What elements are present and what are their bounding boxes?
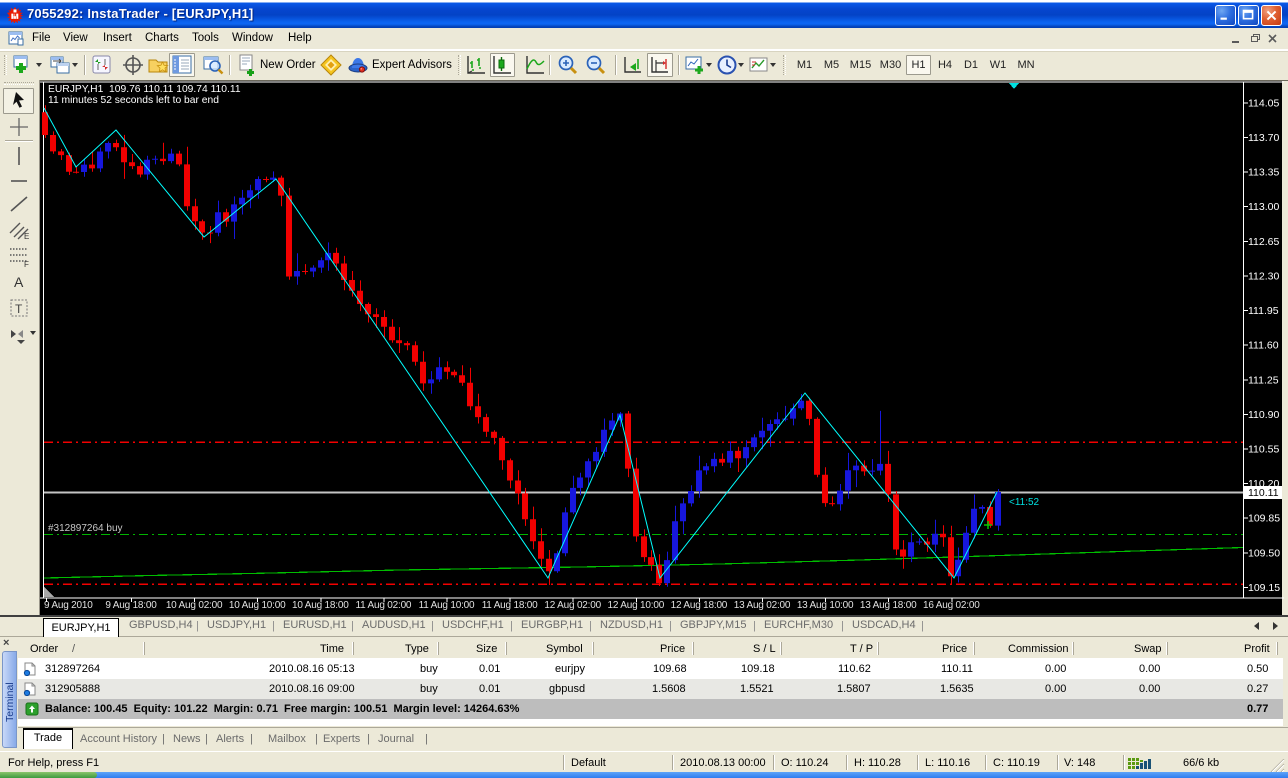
svg-text:110.55: 110.55 <box>1248 444 1279 456</box>
svg-text:T: T <box>15 302 23 316</box>
svg-text:110.90: 110.90 <box>1248 409 1279 421</box>
svg-text:111.25: 111.25 <box>1248 374 1279 386</box>
svg-text:113.00: 113.00 <box>1248 201 1279 213</box>
svg-text:EURJPY,H1 109.76 110.11 109.7: EURJPY,H1 109.76 110.11 109.74 110.11 <box>48 84 241 95</box>
svg-text:113.70: 113.70 <box>1248 132 1279 144</box>
svg-text:<11:52: <11:52 <box>1009 497 1040 508</box>
svg-text:112.30: 112.30 <box>1248 270 1279 282</box>
svg-text:109.85: 109.85 <box>1248 513 1280 525</box>
svg-text:11 minutes 52 seconds left to: 11 minutes 52 seconds left to bar end <box>48 95 219 106</box>
svg-text:111.95: 111.95 <box>1248 305 1279 317</box>
svg-text:#312897264 buy: #312897264 buy <box>48 523 123 534</box>
svg-text:111.60: 111.60 <box>1248 340 1279 352</box>
svg-text:113.35: 113.35 <box>1248 167 1279 179</box>
svg-text:109.15: 109.15 <box>1248 582 1280 594</box>
svg-text:9 Aug 2010: 9 Aug 2010 <box>44 600 93 611</box>
svg-text:110.11: 110.11 <box>1248 487 1279 499</box>
svg-text:114.05: 114.05 <box>1248 97 1279 109</box>
svg-text:109.50: 109.50 <box>1248 547 1280 559</box>
svg-text:E: E <box>24 232 29 241</box>
svg-text:A: A <box>14 274 24 290</box>
svg-text:F: F <box>24 260 29 267</box>
svg-text:112.65: 112.65 <box>1248 236 1279 248</box>
